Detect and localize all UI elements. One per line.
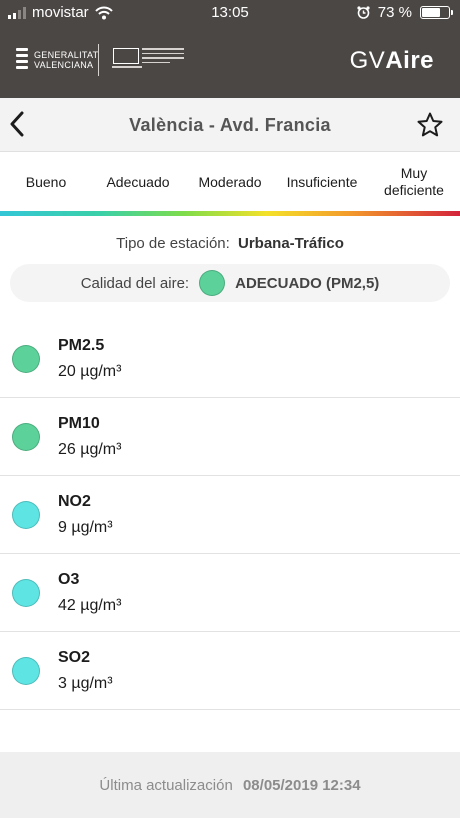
list-item[interactable]: O3 42 µg/m³ bbox=[0, 554, 460, 632]
generalitat-emblem-icon bbox=[16, 46, 28, 74]
eu-logo-text bbox=[142, 48, 184, 66]
last-update-label: Última actualización bbox=[99, 777, 233, 794]
eu-logo-underline bbox=[112, 66, 142, 68]
pollutant-value: 20 µg/m³ bbox=[58, 363, 122, 380]
pollutant-name: PM2.5 bbox=[58, 337, 105, 354]
air-quality-value: ADECUADO (PM2,5) bbox=[235, 274, 380, 292]
logo-divider bbox=[98, 44, 99, 76]
star-outline-icon[interactable] bbox=[416, 111, 444, 139]
status-right: 73 % bbox=[357, 4, 453, 21]
station-title: València - Avd. Francia bbox=[129, 115, 331, 135]
list-item[interactable]: NO2 9 µg/m³ bbox=[0, 476, 460, 554]
scale-level-insuficiente: Insuficiente bbox=[286, 173, 358, 190]
pollutant-name: NO2 bbox=[58, 493, 91, 510]
pollutant-value: 26 µg/m³ bbox=[58, 441, 122, 458]
pollutant-name: PM10 bbox=[58, 415, 100, 432]
logo-line-2: VALENCIANA bbox=[34, 60, 94, 70]
station-type: Tipo de estación: Urbana-Tráfico bbox=[0, 235, 460, 252]
last-update-timestamp: 08/05/2019 12:34 bbox=[242, 777, 361, 794]
pollutant-status-dot bbox=[12, 423, 40, 451]
pollutant-name: SO2 bbox=[58, 649, 91, 666]
station-type-label: Tipo de estación: bbox=[116, 235, 230, 252]
air-quality-label: Calidad del aire: bbox=[80, 274, 190, 292]
air-quality-status-dot bbox=[199, 270, 226, 296]
station-type-value: Urbana-Tráfico bbox=[238, 235, 344, 252]
status-bar: movistar 13:05 73 % bbox=[0, 0, 460, 26]
list-item[interactable]: PM10 26 µg/m³ bbox=[0, 398, 460, 476]
quality-gradient-bar bbox=[0, 211, 460, 216]
scale-level-adecuado: Adecuado bbox=[106, 173, 170, 190]
pollutant-value: 9 µg/m³ bbox=[58, 519, 113, 536]
battery-icon bbox=[420, 6, 453, 19]
last-update-footer: Última actualización 08/05/2019 12:34 bbox=[0, 752, 460, 818]
generalitat-logo: GENERALITAT VALENCIANA bbox=[16, 46, 98, 74]
app-brand: GVAire bbox=[350, 47, 434, 75]
battery-percent: 73 % bbox=[377, 4, 412, 21]
air-quality-summary: Calidad del aire: ADECUADO (PM2,5) bbox=[10, 264, 450, 302]
scale-level-moderado: Moderado bbox=[198, 173, 262, 190]
quality-scale: Bueno Adecuado Moderado Insuficiente Muy… bbox=[0, 152, 460, 212]
pollutant-value: 3 µg/m³ bbox=[58, 675, 113, 692]
brand-suffix: Aire bbox=[385, 47, 434, 74]
pollutant-value: 42 µg/m³ bbox=[58, 597, 122, 614]
scale-level-muy-deficiente: Muy deficiente bbox=[384, 165, 444, 198]
pollutant-list: PM2.5 20 µg/m³ PM10 26 µg/m³ NO2 9 µg/m³… bbox=[0, 320, 460, 710]
pollutant-status-dot bbox=[12, 501, 40, 529]
logo-line-1: GENERALITAT bbox=[34, 50, 99, 60]
pollutant-status-dot bbox=[12, 579, 40, 607]
eu-flag-icon bbox=[113, 48, 139, 64]
pollutant-status-dot bbox=[12, 657, 40, 685]
list-item[interactable]: SO2 3 µg/m³ bbox=[0, 632, 460, 710]
list-item[interactable]: PM2.5 20 µg/m³ bbox=[0, 320, 460, 398]
app-header: GENERALITAT VALENCIANA GVAire bbox=[0, 26, 460, 98]
brand-prefix: GV bbox=[349, 47, 386, 74]
scale-level-bueno: Bueno bbox=[25, 173, 67, 190]
nav-bar: València - Avd. Francia bbox=[0, 98, 460, 152]
pollutant-status-dot bbox=[12, 345, 40, 373]
pollutant-name: O3 bbox=[58, 571, 80, 588]
alarm-icon bbox=[357, 6, 370, 19]
